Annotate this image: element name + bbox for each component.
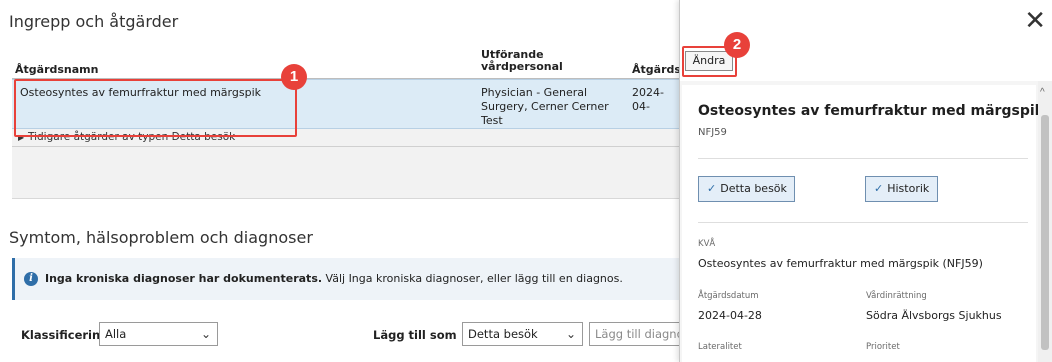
- this-visit-label: Detta besök: [720, 182, 787, 195]
- priority-label: Prioritet: [866, 342, 900, 352]
- info-banner-text: Inga kroniska diagnoser har dokumenterat…: [45, 272, 623, 285]
- procedure-detail-card: Osteosyntes av femurfraktur med märgspik…: [682, 85, 1044, 362]
- info-banner: i Inga kroniska diagnoser har dokumenter…: [12, 258, 680, 300]
- classification-select[interactable]: Alla ⌄: [99, 322, 218, 346]
- divider: [698, 222, 1028, 223]
- panel-scrollbar[interactable]: ^: [1038, 81, 1052, 362]
- procedure-date-value: 2024-04-28: [698, 309, 762, 322]
- this-visit-toggle[interactable]: ✓ Detta besök: [698, 176, 795, 202]
- scroll-up-icon[interactable]: ^: [1040, 87, 1045, 98]
- procedure-detail-panel: ✕ Ändra 2 Osteosyntes av femurfraktur me…: [679, 0, 1052, 362]
- table-empty-area: [12, 147, 680, 199]
- callout-badge-1: 1: [281, 64, 307, 90]
- kva-value: Osteosyntes av femurfraktur med märgspik…: [698, 257, 983, 270]
- close-icon[interactable]: ✕: [1024, 8, 1046, 34]
- check-icon: ✓: [707, 182, 717, 195]
- table-header: Åtgärdsnamn Utförande vårdpersonal Åtgär…: [12, 41, 680, 79]
- classification-value: Alla: [105, 327, 127, 341]
- procedure-code: NFJ59: [698, 127, 727, 138]
- info-banner-message: Välj Inga kroniska diagnoser, eller lägg…: [325, 272, 623, 285]
- add-as-select[interactable]: Detta besök ⌄: [462, 322, 583, 346]
- procedure-date-label: Åtgärdsdatum: [698, 291, 759, 301]
- classification-label: Klassificering: [21, 328, 109, 342]
- chevron-down-icon: ⌄: [200, 327, 211, 341]
- column-header-name[interactable]: Åtgärdsnamn: [15, 64, 98, 76]
- add-as-value: Detta besök: [468, 327, 538, 341]
- panel-body: Osteosyntes av femurfraktur med märgspik…: [680, 81, 1052, 362]
- procedures-section-title: Ingrepp och åtgärder: [9, 12, 179, 31]
- divider: [698, 158, 1028, 159]
- info-banner-bold: Inga kroniska diagnoser har dokumenterat…: [45, 272, 323, 285]
- diagnoses-section-title: Symtom, hälsoproblem och diagnoser: [9, 228, 313, 247]
- check-icon: ✓: [874, 182, 884, 195]
- procedures-table: Åtgärdsnamn Utförande vårdpersonal Åtgär…: [12, 41, 680, 199]
- chevron-down-icon: ⌄: [565, 327, 576, 341]
- facility-label: Vårdinrättning: [866, 291, 927, 301]
- date-cell: 2024-04-: [632, 86, 664, 113]
- callout-highlight-1: [14, 79, 297, 137]
- laterality-label: Lateralitet: [698, 342, 742, 352]
- callout-badge-2: 2: [724, 32, 750, 58]
- procedure-title: Osteosyntes av femurfraktur med märgspik: [698, 103, 1044, 119]
- performer-cell: Physician - General Surgery, Cerner Cern…: [481, 86, 609, 127]
- kva-label: KVÅ: [698, 239, 716, 249]
- info-icon: i: [24, 272, 38, 286]
- add-diagnosis-input[interactable]: Lägg till diagnos: [589, 322, 680, 346]
- facility-value: Södra Älvsborgs Sjukhus: [866, 309, 1002, 322]
- add-as-label: Lägg till som: [373, 328, 457, 342]
- scrollbar-thumb[interactable]: [1041, 115, 1049, 350]
- column-header-date[interactable]: Åtgärds: [632, 64, 680, 76]
- history-label: Historik: [887, 182, 930, 195]
- history-toggle[interactable]: ✓ Historik: [865, 176, 938, 202]
- column-header-performer[interactable]: Utförande vårdpersonal: [481, 49, 601, 73]
- main-content: Ingrepp och åtgärder Åtgärdsnamn Utföran…: [0, 0, 680, 362]
